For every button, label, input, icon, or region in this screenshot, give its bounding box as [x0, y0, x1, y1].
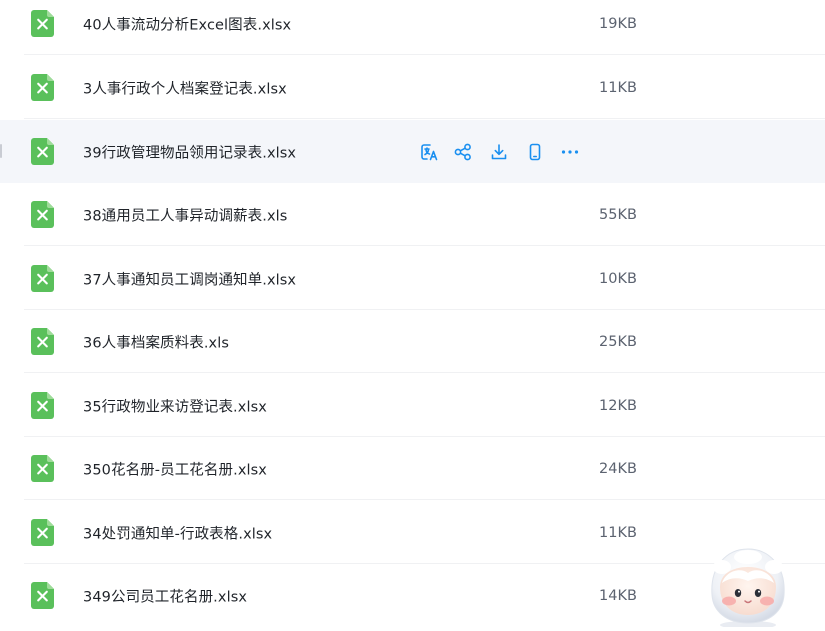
excel-file-icon: [31, 9, 54, 37]
file-size: 11KB: [599, 79, 637, 96]
row-edge-marker: [0, 144, 2, 158]
excel-file-icon: [31, 264, 54, 292]
file-size: 19KB: [599, 15, 637, 32]
row-divider: [24, 245, 825, 246]
file-list: 40人事流动分析Excel图表.xlsx 19KB 3人事行政个人档案登记表.x…: [0, 0, 825, 627]
file-size: 24KB: [599, 460, 637, 477]
file-size: 12KB: [599, 397, 637, 414]
excel-file-icon: [31, 391, 54, 419]
translate-icon[interactable]: [418, 141, 440, 163]
file-size: 25KB: [599, 333, 637, 350]
excel-file-icon: [31, 73, 54, 101]
row-divider: [24, 499, 825, 500]
file-name[interactable]: 349公司员工花名册.xlsx: [83, 585, 247, 606]
excel-file-icon: [31, 454, 54, 482]
file-size: 14KB: [599, 587, 637, 604]
share-icon[interactable]: [452, 141, 474, 163]
excel-file-icon: [31, 518, 54, 546]
more-icon[interactable]: [559, 141, 581, 163]
file-row[interactable]: 3人事行政个人档案登记表.xlsx 11KB: [0, 56, 825, 119]
file-name[interactable]: 35行政物业来访登记表.xlsx: [83, 395, 267, 416]
file-size: 11KB: [599, 524, 637, 541]
row-divider: [24, 372, 825, 373]
row-divider: [24, 54, 825, 55]
excel-file-icon: [31, 200, 54, 228]
file-row[interactable]: 35行政物业来访登记表.xlsx 12KB: [0, 374, 825, 437]
download-icon[interactable]: [488, 141, 510, 163]
row-divider: [24, 118, 825, 119]
assistant-mascot[interactable]: [700, 543, 796, 629]
excel-file-icon: [31, 327, 54, 355]
file-name[interactable]: 34处罚通知单-行政表格.xlsx: [83, 522, 272, 543]
file-row[interactable]: 40人事流动分析Excel图表.xlsx 19KB: [0, 0, 825, 55]
file-size: 10KB: [599, 270, 637, 287]
file-name[interactable]: 3人事行政个人档案登记表.xlsx: [83, 77, 287, 98]
file-row[interactable]: 37人事通知员工调岗通知单.xlsx 10KB: [0, 247, 825, 310]
excel-file-icon: [31, 137, 54, 165]
file-name[interactable]: 37人事通知员工调岗通知单.xlsx: [83, 268, 296, 289]
file-size: 55KB: [599, 206, 637, 223]
file-row[interactable]: 36人事档案质料表.xls 25KB: [0, 310, 825, 373]
file-name[interactable]: 36人事档案质料表.xls: [83, 331, 229, 352]
file-row[interactable]: 350花名册-员工花名册.xlsx 24KB: [0, 437, 825, 500]
file-name[interactable]: 40人事流动分析Excel图表.xlsx: [83, 13, 291, 34]
excel-file-icon: [31, 581, 54, 609]
file-name[interactable]: 38通用员工人事异动调薪表.xls: [83, 204, 287, 225]
phone-icon[interactable]: [524, 141, 546, 163]
file-name[interactable]: 350花名册-员工花名册.xlsx: [83, 458, 267, 479]
file-name[interactable]: 39行政管理物品领用记录表.xlsx: [83, 141, 296, 162]
file-row[interactable]: 39行政管理物品领用记录表.xlsx: [0, 120, 825, 183]
file-row[interactable]: 38通用员工人事异动调薪表.xls 55KB: [0, 183, 825, 246]
